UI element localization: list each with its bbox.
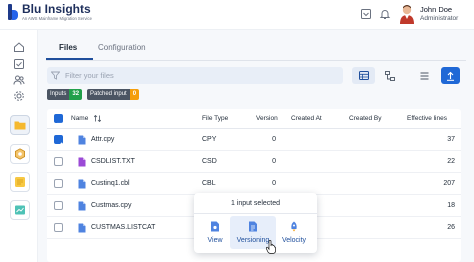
table-row[interactable]: Attr.cpy CPY 0 37 <box>47 129 461 151</box>
columns-menu-button[interactable] <box>413 67 436 84</box>
velocity-action-label: Velocity <box>281 237 307 244</box>
hierarchy-icon <box>384 70 395 81</box>
cell-file-name[interactable]: Attr.cpy <box>91 136 114 143</box>
row-checkbox[interactable] <box>54 157 63 166</box>
logo-mark-icon <box>8 4 18 20</box>
row-checkbox[interactable] <box>54 135 63 148</box>
view-file-icon <box>211 221 219 232</box>
selection-popover: 1 input selected View Versioning Velocit… <box>194 193 317 253</box>
sidebar-item-files[interactable] <box>10 115 30 135</box>
versioning-icon <box>249 221 257 232</box>
column-version[interactable]: Version <box>256 115 278 122</box>
file-icon <box>78 201 86 211</box>
row-checkbox[interactable] <box>54 179 63 188</box>
cell-version: 0 <box>272 136 276 143</box>
upload-icon <box>447 71 454 81</box>
patched-badge-count: 0 <box>129 89 140 100</box>
check-icon <box>56 142 63 148</box>
bell-icon[interactable] <box>379 8 391 20</box>
popover-divider <box>194 213 317 214</box>
velocity-action-button[interactable]: Velocity <box>274 216 314 249</box>
row-checkbox[interactable] <box>54 223 63 232</box>
app-logo[interactable]: Blu Insights An AWS Mainframe Migration … <box>8 3 92 22</box>
hexagon-icon <box>15 148 25 160</box>
table-row[interactable]: CSDLIST.TXT CSD 0 22 <box>47 151 461 173</box>
inputs-badge-count: 32 <box>69 89 83 100</box>
cell-effective-lines: 26 <box>447 224 455 231</box>
view-action-label: View <box>207 237 223 244</box>
tab-divider <box>46 60 466 61</box>
column-name[interactable]: Name <box>71 115 88 122</box>
table-header: Name File Type Version Created At Create… <box>47 109 461 129</box>
avatar[interactable] <box>399 4 415 24</box>
selection-count-text: 1 input selected <box>230 200 281 207</box>
cell-version: 0 <box>272 158 276 165</box>
sidebar-item-dashboard[interactable] <box>10 200 30 220</box>
filter-placeholder: Filter your files <box>65 71 114 80</box>
cell-file-name[interactable]: CUSTMAS.LISTCAT <box>91 224 155 231</box>
user-name[interactable]: John Doe <box>420 5 452 14</box>
app-tagline: An AWS Mainframe Migration Service <box>22 16 92 21</box>
patched-input-badge[interactable]: Patched input 0 <box>87 89 140 100</box>
table-row[interactable]: Custinq1.cbl CBL 0 207 <box>47 173 461 195</box>
cell-effective-lines: 18 <box>447 202 455 209</box>
cell-file-type: CBL <box>202 180 216 187</box>
select-all-checkbox[interactable] <box>54 114 63 125</box>
cell-version: 0 <box>272 180 276 187</box>
file-icon <box>78 135 86 145</box>
file-icon <box>78 179 86 189</box>
column-file-type[interactable]: File Type <box>202 115 228 122</box>
column-created-at[interactable]: Created At <box>291 115 322 122</box>
cell-effective-lines: 22 <box>447 158 455 165</box>
column-effective-lines[interactable]: Effective lines <box>407 115 447 122</box>
note-icon <box>15 177 25 187</box>
row-checkbox[interactable] <box>54 201 63 210</box>
tab-files[interactable]: Files <box>59 43 77 52</box>
filter-input[interactable]: Filter your files <box>47 67 343 84</box>
settings-icon[interactable] <box>13 90 25 102</box>
file-icon <box>78 223 86 233</box>
sort-icon[interactable] <box>94 115 101 122</box>
users-icon[interactable] <box>13 74 25 86</box>
sidebar-item-notes[interactable] <box>10 172 30 192</box>
inputs-badge[interactable]: Inputs 32 <box>47 89 83 100</box>
inputs-badge-label: Inputs <box>47 89 70 100</box>
file-icon <box>78 157 86 167</box>
list-icon <box>420 72 429 79</box>
table-view-button[interactable] <box>352 67 375 84</box>
user-role: Administrator <box>420 15 459 22</box>
inbox-icon[interactable] <box>360 8 372 20</box>
hand-cursor-icon <box>266 240 276 254</box>
cell-file-type: CSD <box>202 158 217 165</box>
velocity-icon <box>291 221 297 232</box>
cell-effective-lines: 37 <box>447 136 455 143</box>
checklist-icon[interactable] <box>13 58 25 70</box>
cell-file-name[interactable]: Custinq1.cbl <box>91 180 130 187</box>
sidebar-item-module[interactable] <box>10 144 30 164</box>
folder-icon <box>14 121 26 130</box>
cell-file-name[interactable]: Custmas.cpy <box>91 202 131 209</box>
sidebar <box>0 30 38 262</box>
view-action-button[interactable]: View <box>196 216 234 249</box>
tab-configuration[interactable]: Configuration <box>98 43 146 52</box>
graph-view-button[interactable] <box>378 67 401 84</box>
filter-icon <box>51 71 60 80</box>
column-created-by[interactable]: Created By <box>349 115 382 122</box>
cell-effective-lines: 207 <box>443 180 455 187</box>
minus-icon <box>57 122 62 125</box>
app-name: Blu Insights <box>22 2 91 16</box>
upload-button[interactable] <box>441 67 460 84</box>
patched-badge-label: Patched input <box>87 89 130 100</box>
table-icon <box>358 71 369 80</box>
cell-file-type: CPY <box>202 136 217 143</box>
cell-file-name[interactable]: CSDLIST.TXT <box>91 158 135 165</box>
top-bar: Blu Insights An AWS Mainframe Migration … <box>0 0 474 30</box>
home-icon[interactable] <box>13 41 25 53</box>
dashboard-icon <box>15 205 25 215</box>
